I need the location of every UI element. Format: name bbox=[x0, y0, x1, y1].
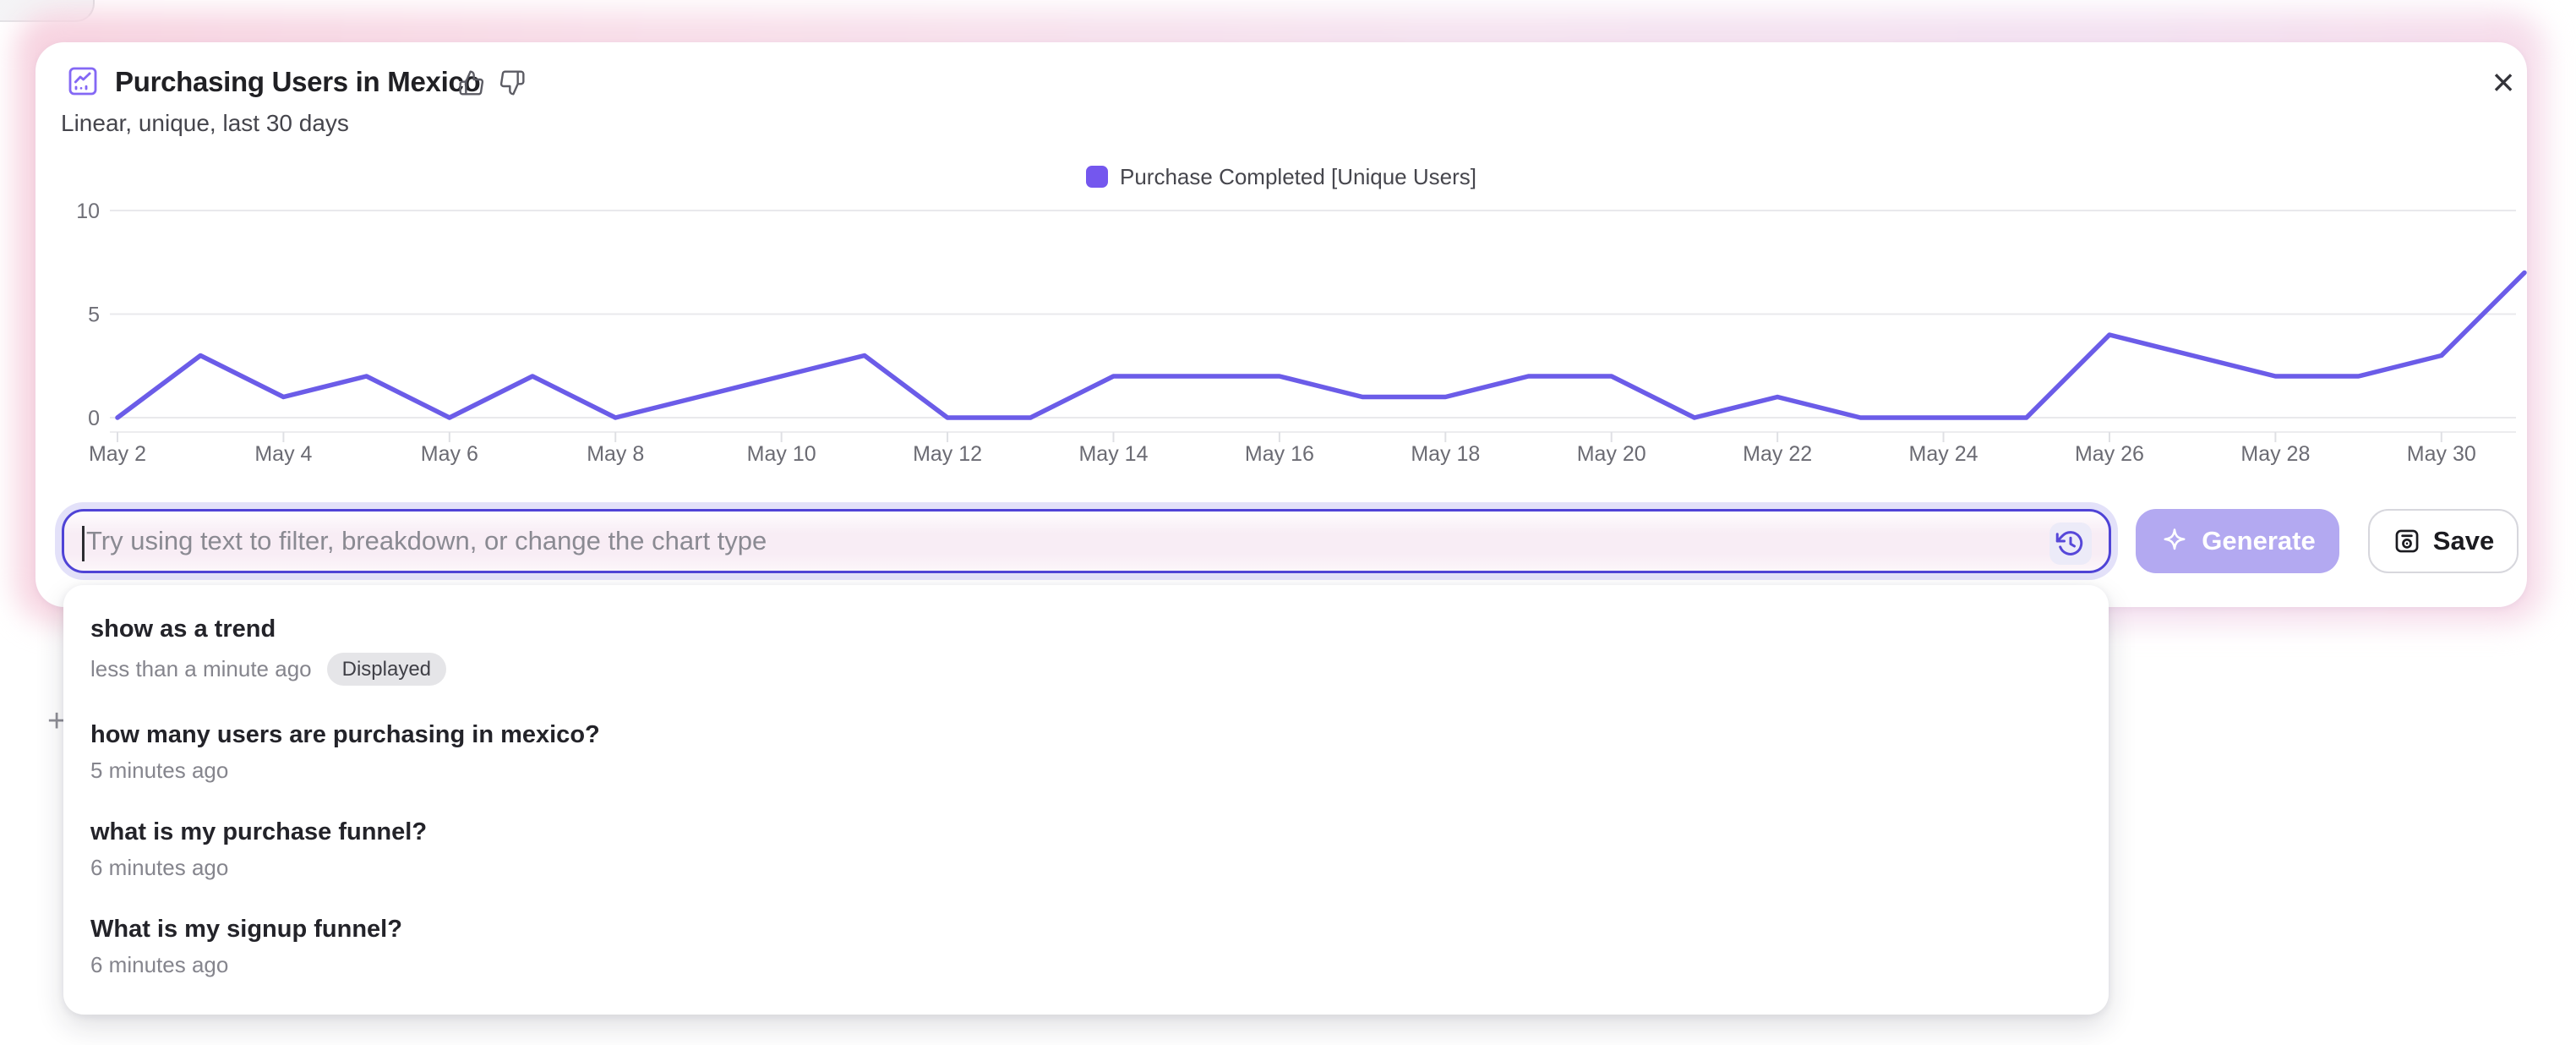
svg-text:May 10: May 10 bbox=[747, 442, 816, 466]
svg-text:May 14: May 14 bbox=[1078, 442, 1148, 466]
history-dropdown: show as a trend less than a minute ago D… bbox=[63, 585, 2109, 1015]
svg-text:May 24: May 24 bbox=[1909, 442, 1978, 466]
svg-text:May 28: May 28 bbox=[2240, 442, 2310, 466]
thumbs-down-icon[interactable] bbox=[499, 69, 526, 96]
history-item-query: what is my purchase funnel? bbox=[90, 817, 2082, 847]
history-item-meta: 5 minutes ago bbox=[90, 758, 2082, 783]
save-icon bbox=[2393, 527, 2421, 555]
generate-button[interactable]: Generate bbox=[2136, 509, 2339, 573]
history-item-meta: 6 minutes ago bbox=[90, 856, 2082, 880]
history-item-time: 6 minutes ago bbox=[90, 953, 228, 977]
svg-text:May 26: May 26 bbox=[2075, 442, 2144, 466]
page-title: Purchasing Users in Mexico bbox=[115, 64, 480, 100]
legend-label: Purchase Completed [Unique Users] bbox=[1120, 164, 1476, 190]
svg-text:May 16: May 16 bbox=[1245, 442, 1314, 466]
insight-card: Purchasing Users in Mexico × Linear, uni… bbox=[35, 42, 2527, 607]
svg-text:May 30: May 30 bbox=[2407, 442, 2476, 466]
svg-text:May 22: May 22 bbox=[1743, 442, 1812, 466]
svg-text:May 18: May 18 bbox=[1411, 442, 1480, 466]
generate-button-label: Generate bbox=[2202, 526, 2315, 556]
close-icon[interactable]: × bbox=[2481, 60, 2525, 104]
svg-text:May 2: May 2 bbox=[89, 442, 146, 466]
svg-text:10: 10 bbox=[76, 203, 100, 223]
history-item-time: 5 minutes ago bbox=[90, 758, 228, 783]
history-item-time: less than a minute ago bbox=[90, 657, 312, 681]
save-button[interactable]: Save bbox=[2368, 509, 2519, 573]
history-item-badge: Displayed bbox=[327, 653, 446, 686]
svg-text:May 12: May 12 bbox=[913, 442, 982, 466]
history-item-query: how many users are purchasing in mexico? bbox=[90, 719, 2082, 750]
history-item-time: 6 minutes ago bbox=[90, 856, 228, 880]
save-button-label: Save bbox=[2433, 526, 2494, 556]
svg-text:May 20: May 20 bbox=[1577, 442, 1646, 466]
svg-text:5: 5 bbox=[88, 303, 100, 326]
svg-text:May 6: May 6 bbox=[421, 442, 478, 466]
svg-text:May 4: May 4 bbox=[254, 442, 312, 466]
history-item[interactable]: how many users are purchasing in mexico?… bbox=[63, 703, 2109, 800]
history-item-meta: less than a minute ago Displayed bbox=[90, 653, 2082, 686]
sparkle-icon bbox=[2159, 526, 2190, 556]
history-item[interactable]: What is my signup funnel? 6 minutes ago bbox=[63, 897, 2109, 994]
thumbs-up-icon[interactable] bbox=[458, 69, 485, 96]
chart-subtitle: Linear, unique, last 30 days bbox=[61, 110, 349, 137]
svg-text:0: 0 bbox=[88, 407, 100, 430]
ai-prompt-input-wrap bbox=[62, 509, 2111, 573]
history-item[interactable]: show as a trend less than a minute ago D… bbox=[63, 597, 2109, 703]
svg-text:May 8: May 8 bbox=[587, 442, 644, 466]
ai-prompt-input[interactable] bbox=[64, 512, 2109, 571]
chart-legend: Purchase Completed [Unique Users] bbox=[35, 164, 2527, 189]
history-icon[interactable] bbox=[2049, 522, 2092, 565]
legend-swatch bbox=[1086, 166, 1108, 188]
history-item[interactable]: what is my purchase funnel? 6 minutes ag… bbox=[63, 800, 2109, 897]
text-caret bbox=[82, 526, 85, 561]
line-chart-icon bbox=[66, 64, 100, 98]
history-item-query: show as a trend bbox=[90, 614, 2082, 644]
history-item-query: What is my signup funnel? bbox=[90, 914, 2082, 944]
line-chart: 0 5 10 May 2 May 4 May 6 May 8 May 10 May 12 May … bbox=[35, 203, 2527, 490]
history-item-meta: 6 minutes ago bbox=[90, 953, 2082, 977]
